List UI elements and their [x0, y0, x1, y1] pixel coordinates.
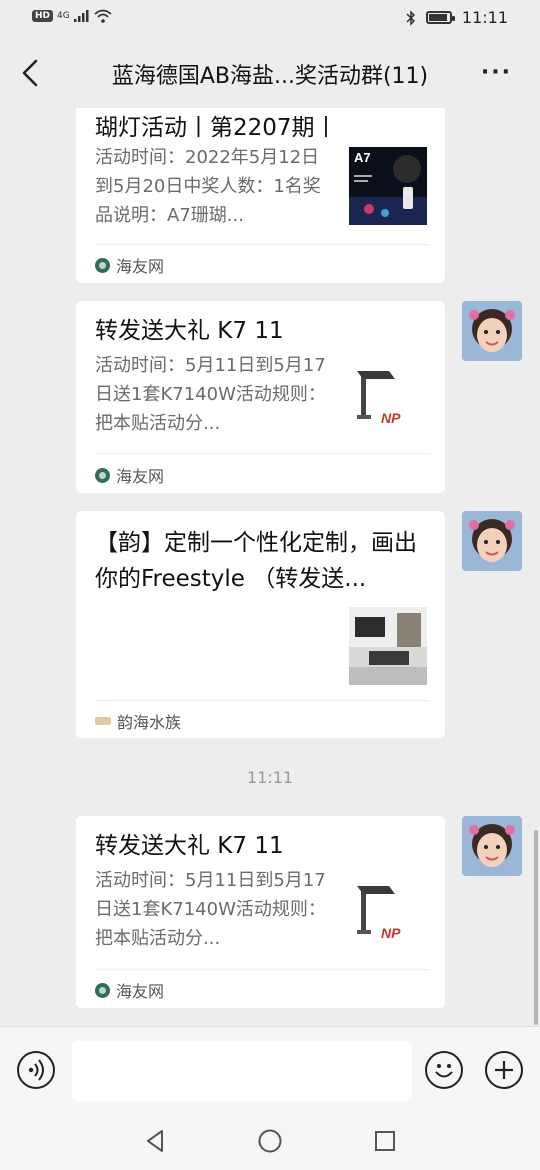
card-description: 活动时间：2022年5月12日到5月20日中奖人数：1名奖品说明：A7珊瑚... [95, 147, 321, 226]
avatar-image [462, 816, 522, 876]
card-divider [95, 969, 430, 970]
card-divider [95, 453, 430, 454]
scrollbar[interactable] [534, 830, 538, 1025]
link-card[interactable]: 转发送大礼 K7 11 活动时间：5月11日到5月17日送1套K7140W活动规… [76, 301, 445, 493]
more-icon[interactable]: ··· [481, 60, 512, 85]
source-name: 海友网 [116, 467, 165, 486]
nav-back-icon[interactable] [143, 1128, 167, 1154]
link-card[interactable]: 【韵】定制一个性化定制，画出你的Freestyle （转发送... 韵海水族 [76, 511, 445, 738]
signal-icon [73, 10, 89, 22]
network-type: 4G [57, 11, 70, 21]
card-title: 转发送大礼 K7 11 [95, 833, 284, 859]
thumb-label: NP [381, 410, 401, 426]
card-thumbnail: NP [349, 874, 427, 952]
bluetooth-icon [406, 9, 415, 26]
card-divider [95, 700, 430, 701]
card-title: 转发送大礼 K7 11 [95, 318, 284, 344]
nav-recents-icon[interactable] [373, 1129, 397, 1153]
back-icon[interactable] [16, 55, 46, 91]
card-thumbnail: A7 [349, 147, 427, 225]
thumb-label: NP [381, 925, 401, 941]
plus-icon[interactable] [485, 1051, 523, 1089]
avatar[interactable] [462, 511, 522, 571]
card-description: 活动时间：5月11日到5月17日送1套K7140W活动规则：把本贴活动分... [95, 870, 326, 949]
avatar[interactable] [462, 301, 522, 361]
avatar-image [462, 301, 522, 361]
source-name: 韵海水族 [117, 713, 182, 732]
chat-area[interactable]: 瑚灯活动丨第2207期丨 活动时间：2022年5月12日到5月20日中奖人数：1… [0, 108, 540, 1026]
avatar-image [462, 511, 522, 571]
card-thumbnail [349, 607, 427, 685]
link-card[interactable]: 瑚灯活动丨第2207期丨 活动时间：2022年5月12日到5月20日中奖人数：1… [76, 108, 445, 283]
nav-home-icon[interactable] [257, 1128, 283, 1154]
status-time: 11:11 [461, 8, 508, 27]
status-bar: HD 4G 11:11 [0, 0, 540, 38]
link-card[interactable]: 转发送大礼 K7 11 活动时间：5月11日到5月17日送1套K7140W活动规… [76, 816, 445, 1008]
card-divider [95, 244, 430, 245]
source-logo-icon [95, 467, 110, 483]
system-nav-bar [0, 1114, 540, 1170]
card-description: 活动时间：5月11日到5月17日送1套K7140W活动规则：把本贴活动分... [95, 355, 326, 434]
message-timestamp: 11:11 [246, 768, 294, 787]
card-thumbnail: NP [349, 359, 427, 437]
emoji-icon[interactable] [425, 1051, 463, 1089]
source-logo-icon [95, 717, 111, 725]
chat-title: 蓝海德国AB海盐...奖活动群(11) [111, 64, 429, 89]
input-bar [0, 1026, 540, 1115]
source-name: 海友网 [116, 982, 165, 1001]
chat-header: 蓝海德国AB海盐...奖活动群(11) ··· [0, 38, 540, 108]
thumb-label: A7 [354, 150, 371, 165]
card-source: 韵海水族 [95, 709, 181, 733]
card-title: 【韵】定制一个性化定制，画出你的Freestyle （转发送... [95, 530, 417, 592]
card-source: 海友网 [95, 253, 164, 277]
battery-icon [425, 11, 455, 24]
source-logo-icon [95, 982, 110, 998]
status-left: HD 4G [32, 9, 112, 23]
status-right: 11:11 [406, 8, 508, 27]
wifi-icon [94, 9, 112, 23]
hd-badge: HD [32, 10, 54, 22]
message-input[interactable] [72, 1041, 412, 1101]
voice-icon[interactable] [17, 1051, 55, 1089]
card-source: 海友网 [95, 978, 164, 1002]
card-source: 海友网 [95, 463, 164, 487]
source-logo-icon [95, 257, 110, 273]
source-name: 海友网 [116, 257, 165, 276]
avatar[interactable] [462, 816, 522, 876]
avatar[interactable] [462, 108, 522, 110]
card-title: 瑚灯活动丨第2207期丨 [95, 115, 338, 141]
